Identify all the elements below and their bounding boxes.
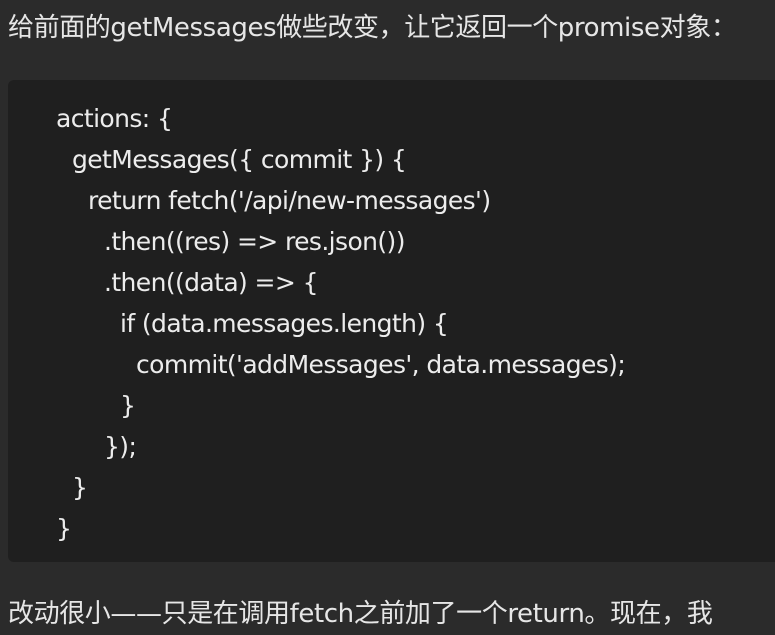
code-line: getMessages({ commit }) { [72, 145, 407, 174]
code-line: .then((data) => { [104, 268, 318, 297]
code-line: return fetch('/api/new-messages') [88, 186, 491, 215]
code-lines: actions: { getMessages({ commit }) { ret… [56, 98, 626, 549]
code-line: } [72, 473, 88, 502]
code-line: actions: { [56, 104, 173, 133]
code-line: commit('addMessages', data.messages); [136, 350, 626, 379]
code-block: actions: { getMessages({ commit }) { ret… [8, 80, 775, 562]
code-line: } [120, 391, 136, 420]
code-line: if (data.messages.length) { [120, 309, 449, 338]
code-line: .then((res) => res.json()) [104, 227, 405, 256]
intro-paragraph: 给前面的getMessages做些改变，让它返回一个promise对象： [8, 13, 737, 43]
followup-paragraph: 改动很小——只是在调用fetch之前加了一个return。现在，我 [8, 599, 713, 629]
code-line: } [56, 514, 72, 543]
code-line: }); [104, 432, 137, 461]
